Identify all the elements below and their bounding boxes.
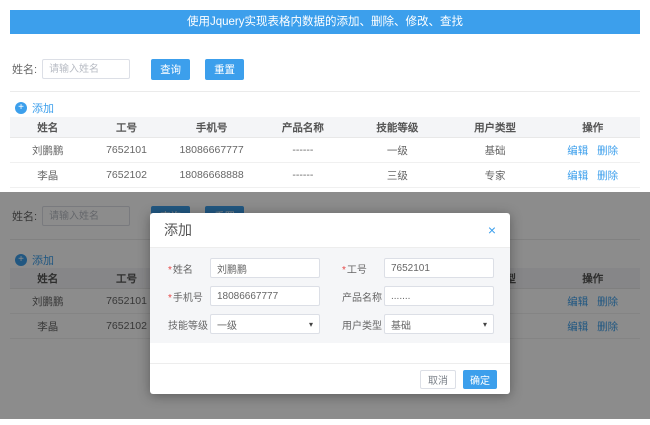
- confirm-button[interactable]: 确定: [463, 370, 497, 389]
- cell-job-id: 7652102: [86, 169, 168, 181]
- chevron-down-icon: ▾: [483, 320, 487, 329]
- phone-field-label: 手机号: [173, 293, 203, 304]
- skill-level-select[interactable]: 一级 ▾: [210, 314, 320, 334]
- page-title: 使用Jquery实现表格内数据的添加、删除、修改、查找: [10, 10, 640, 34]
- query-button[interactable]: 查询: [151, 59, 190, 80]
- required-mark: *: [168, 265, 172, 276]
- form-row: 技能等级 一级 ▾ 用户类型 基础 ▾: [168, 313, 494, 335]
- job-id-field[interactable]: [384, 258, 494, 278]
- section-divider: [10, 91, 640, 92]
- name-field-label: 姓名: [173, 265, 193, 276]
- chevron-down-icon: ▾: [309, 320, 313, 329]
- col-header-level: 技能等级: [350, 120, 445, 135]
- cell-product: ------: [256, 169, 351, 181]
- data-table: 姓名 工号 手机号 产品名称 技能等级 用户类型 操作 刘鹏鹏 7652101 …: [10, 117, 640, 188]
- add-modal: 添加 × *姓名 *工号 *手机号: [150, 213, 510, 394]
- form-row: *姓名 *工号: [168, 257, 494, 279]
- add-link[interactable]: + 添加: [15, 100, 54, 116]
- col-header-name: 姓名: [10, 120, 86, 135]
- cell-name: 李晶: [10, 168, 86, 183]
- main-page: 使用Jquery实现表格内数据的添加、删除、修改、查找 姓名: 查询 重置 + …: [0, 0, 650, 192]
- cell-level: 一级: [350, 143, 445, 158]
- table-row: 刘鹏鹏 7652101 18086667777 ------ 一级 基础 编辑 …: [10, 138, 640, 163]
- skill-level-value: 一级: [217, 317, 237, 332]
- level-field-label: 技能等级: [168, 317, 210, 332]
- field-job-id: *工号: [342, 258, 494, 278]
- col-header-phone: 手机号: [167, 120, 255, 135]
- modal-title: 添加: [164, 220, 192, 240]
- cell-phone: 18086667777: [167, 144, 255, 156]
- bottom-strip: [0, 419, 650, 425]
- cell-level: 三级: [350, 168, 445, 183]
- delete-link[interactable]: 删除: [597, 145, 618, 157]
- product-field[interactable]: [384, 286, 494, 306]
- type-field-label: 用户类型: [342, 317, 384, 332]
- cell-name: 刘鹏鹏: [10, 143, 86, 158]
- modal-footer: 取消 确定: [150, 363, 510, 394]
- field-product: 产品名称: [342, 286, 494, 306]
- edit-link[interactable]: 编辑: [567, 145, 588, 157]
- cell-job-id: 7652101: [86, 144, 168, 156]
- add-circle-icon: +: [15, 102, 27, 114]
- cell-ops: 编辑 删除: [545, 143, 640, 158]
- search-form: 姓名: 查询 重置: [12, 57, 244, 81]
- cell-ops: 编辑 删除: [545, 168, 640, 183]
- col-header-job-id: 工号: [86, 120, 168, 135]
- table-header-row: 姓名 工号 手机号 产品名称 技能等级 用户类型 操作: [10, 117, 640, 138]
- name-label: 姓名:: [12, 61, 37, 77]
- field-skill-level: 技能等级 一级 ▾: [168, 314, 320, 334]
- col-header-type: 用户类型: [445, 120, 546, 135]
- field-user-type: 用户类型 基础 ▾: [342, 314, 494, 334]
- search-input[interactable]: [42, 59, 130, 79]
- reset-button[interactable]: 重置: [205, 59, 244, 80]
- field-phone: *手机号: [168, 286, 320, 306]
- user-type-select[interactable]: 基础 ▾: [384, 314, 494, 334]
- col-header-product: 产品名称: [256, 120, 351, 135]
- form-row: *手机号 产品名称: [168, 285, 494, 307]
- modal-form: *姓名 *工号 *手机号 产品名称: [150, 248, 510, 343]
- close-icon[interactable]: ×: [488, 223, 496, 237]
- screen: 使用Jquery实现表格内数据的添加、删除、修改、查找 姓名: 查询 重置 + …: [0, 0, 650, 425]
- cell-phone: 18086668888: [167, 169, 255, 181]
- edit-link[interactable]: 编辑: [567, 170, 588, 182]
- cell-product: ------: [256, 144, 351, 156]
- cancel-button[interactable]: 取消: [420, 370, 456, 389]
- required-mark: *: [168, 293, 172, 304]
- product-field-label: 产品名称: [342, 289, 384, 304]
- delete-link[interactable]: 删除: [597, 170, 618, 182]
- required-mark: *: [342, 265, 346, 276]
- col-header-ops: 操作: [545, 120, 640, 135]
- table-row: 李晶 7652102 18086668888 ------ 三级 专家 编辑 删…: [10, 163, 640, 188]
- modal-header: 添加 ×: [150, 213, 510, 248]
- job-id-field-label: 工号: [347, 265, 367, 276]
- cell-type: 专家: [445, 168, 546, 183]
- user-type-value: 基础: [391, 317, 411, 332]
- phone-field[interactable]: [210, 286, 320, 306]
- name-field[interactable]: [210, 258, 320, 278]
- cell-type: 基础: [445, 143, 546, 158]
- modal-page: 姓名: 查询 重置 + 添加 姓名 工号 手机号 产品名称 技能等级 用户类型 …: [0, 192, 650, 419]
- add-link-label: 添加: [32, 100, 54, 116]
- field-name: *姓名: [168, 258, 320, 278]
